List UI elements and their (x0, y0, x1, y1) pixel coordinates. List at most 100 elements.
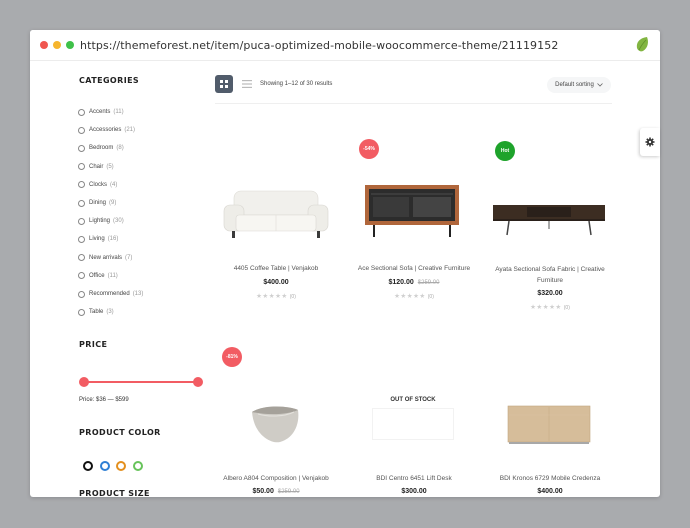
chevron-down-icon (597, 83, 603, 87)
radio-icon[interactable] (78, 163, 85, 171)
product-image[interactable] (222, 185, 330, 240)
product-price: $400.00 (537, 488, 563, 495)
category-label: Accents (89, 109, 111, 115)
product-rating: ★★★★★ (0) (394, 293, 434, 300)
product-rating: ★★★★★ (0) (256, 293, 296, 300)
color-swatch[interactable] (132, 461, 143, 471)
product-color-title: PRODUCT COLOR (79, 428, 161, 437)
category-count: (11) (113, 109, 124, 115)
hot-badge: Hot (495, 141, 515, 161)
category-count: (3) (106, 309, 114, 316)
product-price: $50.00 $259.00 (252, 488, 300, 495)
address-bar[interactable]: https://themeforest.net/item/puca-optimi… (80, 39, 558, 52)
radio-icon[interactable] (78, 199, 85, 207)
category-item[interactable]: Table (3) (78, 306, 114, 318)
radio-icon[interactable] (78, 308, 85, 316)
category-count: (4) (110, 181, 118, 188)
category-count: (21) (124, 127, 136, 134)
category-label: Dining (89, 200, 107, 206)
product-title[interactable]: Ayata Sectional Sofa Fabric | Creative F… (488, 264, 612, 286)
list-view-button[interactable] (238, 75, 256, 93)
out-of-stock-label: OUT OF STOCK (390, 397, 436, 403)
maximize-window-button[interactable] (66, 41, 74, 49)
price-title: PRICE (79, 340, 108, 349)
category-label: Lighting (89, 218, 111, 225)
radio-icon[interactable] (78, 144, 85, 152)
radio-icon[interactable] (78, 108, 85, 116)
product-title[interactable]: Albero A804 Composition | Venjakob (216, 473, 336, 484)
categories-title: CATEGORIES (79, 76, 140, 85)
category-label: New arrivals (89, 254, 123, 261)
category-item[interactable]: Chair (5) (78, 161, 114, 173)
category-item[interactable]: Accents (11) (78, 106, 124, 118)
radio-icon[interactable] (78, 290, 85, 298)
product-title[interactable]: Ace Sectional Sofa | Creative Furniture (352, 263, 476, 274)
radio-icon[interactable] (78, 217, 85, 225)
list-icon (242, 80, 252, 88)
radio-icon[interactable] (78, 126, 85, 134)
product-image[interactable] (372, 408, 454, 440)
close-window-button[interactable] (40, 41, 48, 49)
product-price: $300.00 (401, 488, 427, 495)
category-count: (13) (132, 291, 144, 297)
category-item[interactable]: Clocks (4) (78, 179, 117, 191)
product-rating: ★★★★★ (0) (530, 304, 570, 311)
product-title[interactable]: 4405 Coffee Table | Venjakob (218, 263, 334, 274)
category-item[interactable]: Lighting (30) (78, 215, 124, 227)
category-count: (7) (125, 254, 133, 261)
category-label: Office (89, 272, 105, 279)
category-item[interactable]: Living (16) (78, 233, 118, 245)
color-swatch[interactable] (99, 461, 110, 471)
category-count: (8) (116, 145, 124, 152)
grid-view-button[interactable] (215, 75, 233, 93)
product-price: $400.00 (263, 279, 289, 286)
category-item[interactable]: Bedroom (8) (78, 142, 124, 154)
envato-leaf-icon (636, 37, 648, 52)
product-title[interactable]: BDI Centro 6451 Lift Desk (352, 473, 476, 484)
settings-button[interactable] (640, 128, 660, 156)
category-label: Recommended (89, 291, 130, 297)
results-count: Showing 1–12 of 30 results (260, 81, 333, 87)
product-image[interactable] (507, 405, 591, 445)
category-label: Living (89, 236, 105, 243)
radio-icon[interactable] (78, 235, 85, 243)
radio-icon[interactable] (78, 181, 85, 189)
toolbar-divider (215, 103, 612, 104)
category-count: (9) (109, 200, 117, 206)
price-slider-max-handle[interactable] (193, 377, 203, 387)
category-item[interactable]: New arrivals (7) (78, 252, 132, 264)
browser-titlebar: https://themeforest.net/item/puca-optimi… (30, 30, 660, 61)
radio-icon[interactable] (78, 254, 85, 262)
color-swatch[interactable] (116, 461, 126, 471)
product-image[interactable] (491, 203, 607, 238)
grid-icon (220, 80, 228, 88)
product-image[interactable] (361, 183, 463, 238)
category-count: (5) (106, 163, 114, 170)
product-title[interactable]: BDI Kronos 6729 Mobile Credenza (488, 473, 612, 484)
sort-select[interactable]: Default sorting (547, 77, 611, 93)
radio-icon[interactable] (78, 272, 85, 280)
category-count: (11) (107, 272, 118, 279)
product-size-title: PRODUCT SIZE (79, 489, 150, 498)
product-price: $120.00 $259.00 (388, 279, 440, 286)
category-count: (30) (113, 218, 124, 225)
category-label: Clocks (89, 181, 108, 188)
category-item[interactable]: Accessories (21) (78, 124, 135, 136)
product-image[interactable] (250, 400, 302, 446)
sale-badge: -81% (222, 347, 242, 367)
category-label: Accessories (89, 127, 122, 134)
category-item[interactable]: Recommended (13) (78, 288, 143, 300)
category-count: (16) (107, 236, 119, 243)
minimize-window-button[interactable] (53, 41, 61, 49)
category-item[interactable]: Office (11) (78, 270, 118, 282)
price-range-text: Price: $36 — $599 (79, 397, 129, 403)
category-label: Bedroom (89, 145, 114, 152)
gear-icon (645, 137, 655, 147)
color-swatch[interactable] (83, 461, 93, 471)
category-label: Table (89, 309, 104, 316)
category-item[interactable]: Dining (9) (78, 197, 116, 209)
product-price: $320.00 (537, 290, 563, 297)
category-label: Chair (89, 163, 104, 170)
price-slider-min-handle[interactable] (79, 377, 89, 387)
sale-badge: -54% (359, 139, 379, 159)
